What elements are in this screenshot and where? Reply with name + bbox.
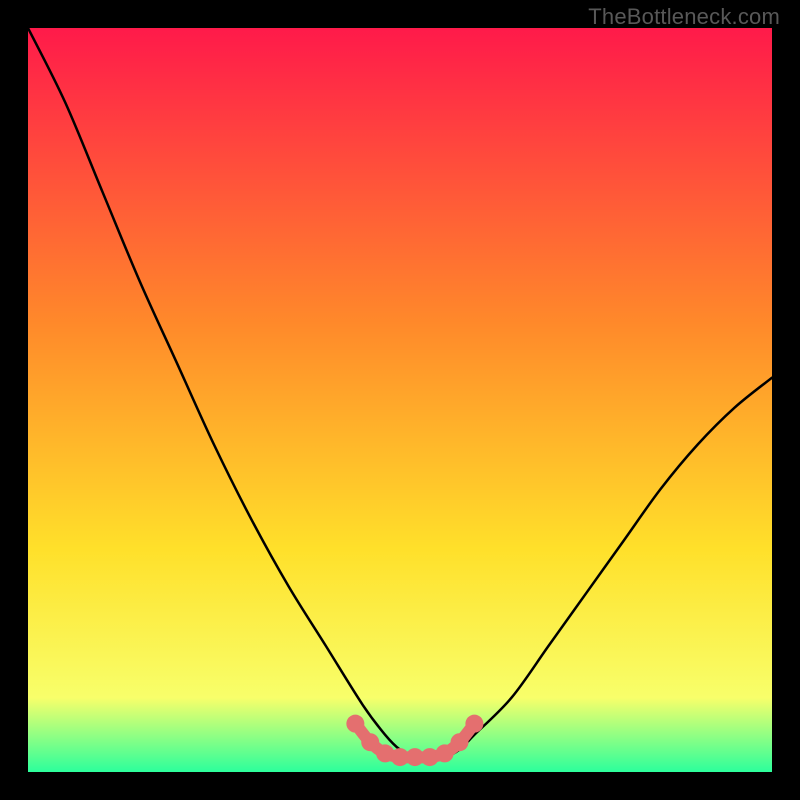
chart-svg — [28, 28, 772, 772]
plot-area — [28, 28, 772, 772]
marker-dot — [436, 744, 454, 762]
chart-frame: TheBottleneck.com — [0, 0, 800, 800]
watermark-text: TheBottleneck.com — [588, 4, 780, 30]
marker-dot — [451, 733, 469, 751]
gradient-background — [28, 28, 772, 772]
marker-dot — [465, 715, 483, 733]
marker-dot — [361, 733, 379, 751]
marker-dot — [346, 715, 364, 733]
